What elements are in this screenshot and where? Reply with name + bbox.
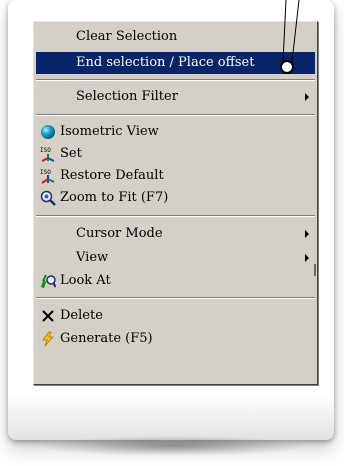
offset-handle-knob[interactable] [280,60,294,74]
menu-edge-tick [314,264,316,276]
